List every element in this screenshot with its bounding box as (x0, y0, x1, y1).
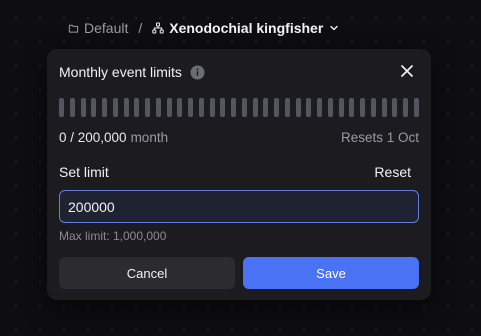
meter-segment (349, 98, 355, 117)
meter-segment (102, 98, 107, 117)
meter-segment (295, 98, 301, 117)
dialog-header: Monthly event limits (59, 64, 205, 80)
meter-segment (413, 98, 419, 117)
usage-period: month (130, 130, 169, 145)
meter-segment (177, 98, 183, 117)
meter-segment (338, 98, 344, 117)
info-icon[interactable] (190, 65, 205, 80)
meter-segment (241, 98, 247, 117)
meter-segment (370, 98, 376, 117)
meter-segment (188, 98, 193, 117)
meter-segment (327, 98, 333, 117)
save-button[interactable]: Save (243, 257, 419, 289)
set-limit-row: Set limit Reset (59, 164, 411, 180)
meter-segment (112, 98, 118, 117)
meter-segment (381, 98, 387, 117)
meter-segment (155, 98, 161, 117)
project-switcher[interactable]: Xenodochial kingfisher (152, 20, 339, 36)
meter-segment (263, 98, 269, 117)
meter-segment (209, 98, 215, 117)
breadcrumb-workspace[interactable]: Default (68, 20, 128, 36)
meter-segment (403, 98, 408, 117)
project-name: Xenodochial kingfisher (169, 20, 324, 36)
meter-segment (80, 98, 86, 117)
usage-row: 0 / 200,000 month Resets 1 Oct (59, 130, 419, 145)
max-limit-hint: Max limit: 1,000,000 (59, 229, 167, 243)
meter-segment (306, 98, 312, 117)
close-button[interactable] (399, 65, 415, 81)
meter-segment (252, 98, 258, 117)
meter-segment (284, 98, 290, 117)
meter-segment (220, 98, 226, 117)
meter-segment (231, 98, 236, 117)
dialog-title: Monthly event limits (59, 64, 182, 80)
reset-date: Resets 1 Oct (340, 130, 419, 145)
meter-segment (91, 98, 97, 117)
usage-count: 0 / 200,000 (59, 130, 127, 145)
meter-segment (392, 98, 398, 117)
event-limits-dialog: Monthly event limits 0 / 200,000 month Re… (47, 49, 431, 300)
breadcrumb: Default / Xenodochial kingfisher (68, 19, 339, 37)
reset-button[interactable]: Reset (374, 164, 411, 180)
limit-input[interactable] (59, 190, 419, 223)
breadcrumb-workspace-label: Default (84, 20, 129, 36)
meter-segment (123, 98, 129, 117)
meter-segment (69, 98, 75, 117)
meter-segment (134, 98, 140, 117)
breadcrumb-separator: / (138, 20, 143, 36)
meter-segment (198, 98, 204, 117)
meter-segment (317, 98, 322, 117)
cancel-button[interactable]: Cancel (59, 257, 235, 289)
usage-meter (59, 98, 419, 117)
meter-segment (145, 98, 150, 117)
network-icon (152, 22, 164, 34)
close-icon (401, 64, 413, 82)
meter-segment (274, 98, 279, 117)
usage-summary: 0 / 200,000 month (59, 130, 168, 145)
set-limit-label: Set limit (59, 164, 109, 180)
meter-segment (59, 98, 64, 117)
folder-icon (68, 23, 79, 34)
chevron-down-icon (329, 23, 339, 33)
meter-segment (166, 98, 172, 117)
meter-segment (360, 98, 365, 117)
